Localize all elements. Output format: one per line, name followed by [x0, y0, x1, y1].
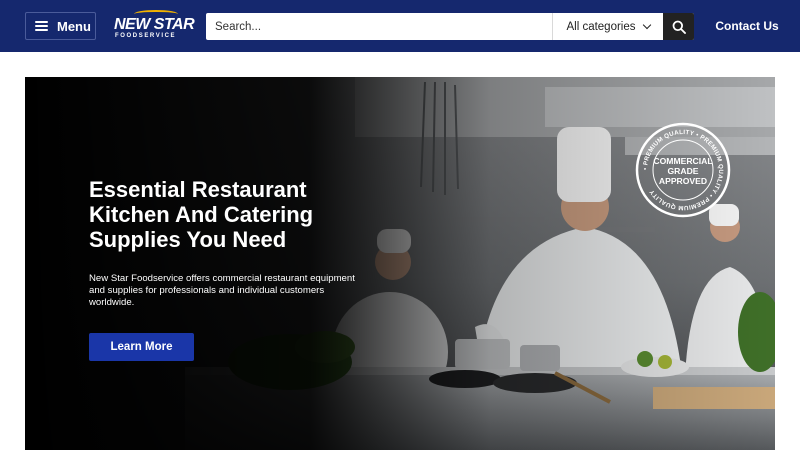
learn-more-button[interactable]: Learn More	[89, 333, 194, 361]
menu-button[interactable]: Menu	[25, 12, 96, 40]
hero-banner: Essential Restaurant Kitchen And Caterin…	[25, 77, 775, 450]
menu-icon	[35, 21, 48, 31]
badge-line-2: GRADE	[667, 166, 698, 176]
badge-line-1: COMMERCIAL	[653, 156, 712, 166]
badge-line-3: APPROVED	[659, 176, 707, 186]
logo-wordmark: NEW STAR	[114, 16, 195, 33]
hero-heading-line-3: Supplies You Need	[89, 227, 287, 252]
contact-us-link[interactable]: Contact Us	[712, 19, 782, 33]
search-input[interactable]	[206, 13, 552, 40]
brand-logo[interactable]: NEW STAR FOODSERVICE	[114, 10, 195, 42]
category-select[interactable]: All categories	[552, 13, 663, 40]
search-button[interactable]	[663, 13, 694, 40]
search-icon	[672, 20, 686, 34]
hero-heading-line-1: Essential Restaurant	[89, 177, 307, 202]
chevron-down-icon	[642, 20, 651, 30]
logo-tagline: FOODSERVICE	[115, 33, 177, 39]
hero-heading: Essential Restaurant Kitchen And Caterin…	[89, 177, 359, 252]
quality-badge: • PREMIUM QUALITY • PREMIUM QUALITY • PR…	[635, 122, 731, 218]
search-bar: All categories	[206, 13, 694, 40]
category-select-label: All categories	[566, 20, 636, 33]
menu-label: Menu	[57, 18, 91, 34]
hero-description: New Star Foodservice offers commercial r…	[89, 273, 355, 308]
hero-heading-line-2: Kitchen And Catering	[89, 202, 314, 227]
top-navigation-bar: Menu NEW STAR FOODSERVICE All categories…	[0, 0, 800, 52]
